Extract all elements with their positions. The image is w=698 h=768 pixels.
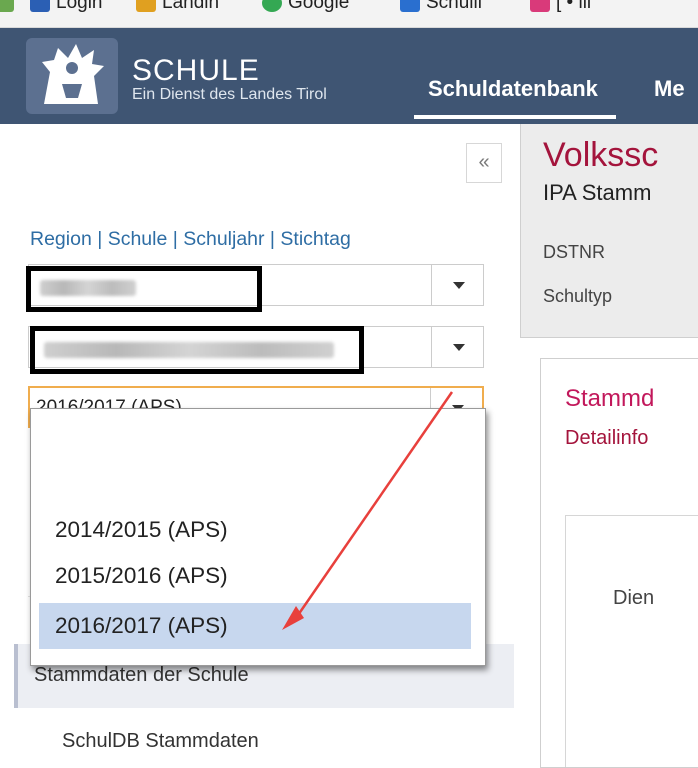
bookmark-icon <box>136 0 156 12</box>
school-header-card: Volkssc IPA Stamm DSTNR Schultyp <box>520 124 698 338</box>
school-schultyp-label: Schultyp <box>543 286 613 306</box>
dropdown-option-2015-2016[interactable]: 2015/2016 (APS) <box>39 553 471 599</box>
sidebar-item-label: Stammdaten der Schule <box>34 664 249 686</box>
blurred-value <box>44 342 334 358</box>
filter-breadcrumb: Region | Schule | Schuljahr | Stichtag <box>30 228 351 250</box>
bookmark-google[interactable]: Google <box>262 0 349 16</box>
bookmark-label: Schulli <box>426 0 482 13</box>
school-subtitle: IPA Stamm <box>543 180 652 205</box>
school-title: Volkssc <box>543 136 659 174</box>
bookmark-icon <box>530 0 550 12</box>
collapse-sidebar-button[interactable]: « <box>466 143 502 183</box>
google-icon <box>262 0 282 12</box>
brand-subtitle: Ein Dienst des Landes Tirol <box>132 86 327 103</box>
site-header: SCHULE Ein Dienst des Landes Tirol Schul… <box>0 28 698 124</box>
bookmark-partial[interactable] <box>0 0 20 16</box>
sidebar-subitem-schuldb-stammdaten[interactable]: SchulDB Stammdaten <box>62 730 259 753</box>
school-dstnr-label: DSTNR <box>543 242 605 262</box>
bookmark-schulli[interactable]: Schulli <box>400 0 482 16</box>
bookmark-landin[interactable]: Landin <box>136 0 219 16</box>
blurred-value <box>40 280 136 296</box>
nav-tab-schuldatenbank[interactable]: Schuldatenbank <box>414 76 616 119</box>
bookmark-label: Google <box>288 0 350 13</box>
brand[interactable]: SCHULE Ein Dienst des Landes Tirol <box>132 56 327 104</box>
dropdown-option-2016-2017[interactable]: 2016/2017 (APS) <box>39 603 471 649</box>
bookmark-misc[interactable]: [ • lli <box>530 0 591 16</box>
bookmark-label: [ • lli <box>556 0 592 13</box>
double-chevron-left-icon: « <box>478 151 490 173</box>
bookmark-icon <box>30 0 50 12</box>
bookmark-login[interactable]: Login <box>30 0 103 16</box>
bookmark-label: Login <box>56 0 103 13</box>
chevron-down-icon[interactable] <box>431 327 483 367</box>
bookmark-icon <box>400 0 420 12</box>
content-title: Stammd <box>565 385 655 412</box>
schuljahr-dropdown-list: 2014/2015 (APS) 2015/2016 (APS) 2016/201… <box>30 408 486 666</box>
content-inner-box <box>565 515 698 767</box>
tirol-eagle-logo-icon[interactable] <box>24 32 120 116</box>
content-panel: Stammd Detailinfo Dien <box>540 358 698 768</box>
content-body-text: Dien <box>613 587 655 609</box>
brand-title: SCHULE <box>132 54 260 87</box>
chevron-down-icon[interactable] <box>431 265 483 305</box>
dropdown-option-2014-2015[interactable]: 2014/2015 (APS) <box>39 507 471 553</box>
bookmarks-bar: Login Landin Google Schulli [ • lli <box>0 0 698 28</box>
bookmark-label: Landin <box>162 0 220 13</box>
bookmark-icon <box>0 0 14 12</box>
content-subtitle[interactable]: Detailinfo <box>565 427 648 450</box>
nav-tab-next[interactable]: Me <box>654 76 685 102</box>
